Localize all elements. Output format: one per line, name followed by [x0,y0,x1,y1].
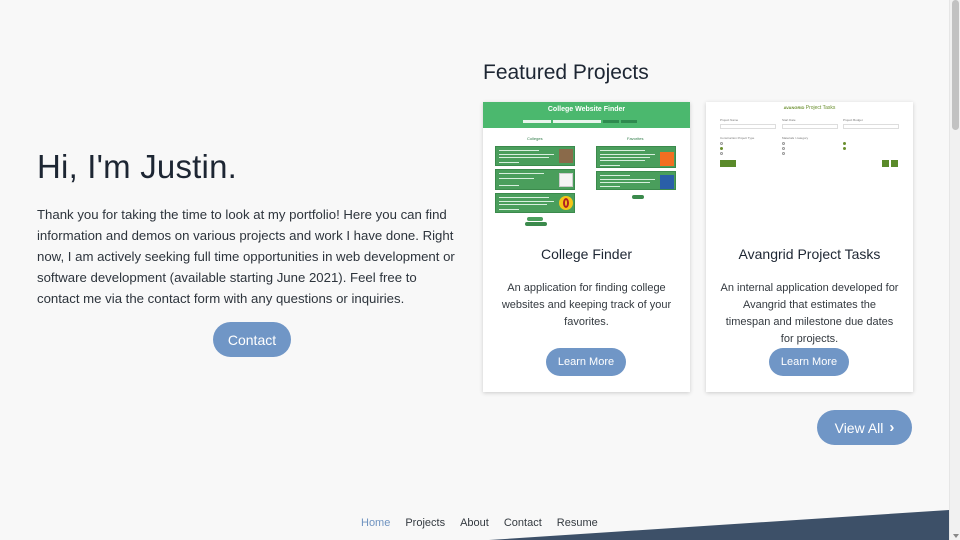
project-description: An application for finding college websi… [501,282,672,328]
footer-link-contact[interactable]: Contact [504,517,542,529]
thumbnail-header: AVANGRID Project Tasks [706,105,913,111]
scrollbar-thumb[interactable] [952,0,959,130]
thumbnail-search-bar [553,120,601,123]
thumbnail-college-item [495,193,575,213]
thumbnail-favorites-heading: Favorites [627,136,644,141]
view-all-label: View All [834,419,884,436]
thumbnail-search-button [621,120,637,123]
thumbnail-label: Start Date [782,118,796,122]
view-all-button[interactable]: View All › [817,410,912,445]
thumbnail-favorite-item [596,171,676,190]
scroll-down-icon[interactable] [953,534,959,538]
thumbnail-icon-button [891,160,898,167]
thumbnail-input [782,124,838,129]
thumbnail-icon-button [882,160,889,167]
footer-link-projects[interactable]: Projects [405,517,445,529]
project-card-college-finder: College Website Finder Colleges Favorite… [483,102,690,392]
project-card-avangrid: AVANGRID Project Tasks Project Name Star… [706,102,913,392]
footer-link-about[interactable]: About [460,517,489,529]
thumbnail-college-item [495,169,575,190]
thumbnail-search-bar [523,120,551,123]
thumbnail-college-item [495,146,575,166]
thumbnail-label: Construction Project Type [720,136,755,140]
thumbnail-search-button [603,120,619,123]
thumbnail-clear-button [632,195,644,199]
thumbnail-label: Materials / category [782,136,809,140]
thumbnail-input [843,124,899,129]
contact-button[interactable]: Contact [213,322,291,357]
thumbnail-header-title: College Website Finder [547,106,626,113]
avangrid-thumbnail[interactable]: AVANGRID Project Tasks Project Name Star… [706,102,913,230]
project-title: College Finder [540,246,633,262]
college-finder-thumbnail[interactable]: College Website Finder Colleges Favorite… [483,102,690,230]
avangrid-logo: AVANGRID [783,105,805,110]
footer-link-home[interactable]: Home [361,517,390,529]
thumbnail-pagination [527,217,543,221]
vertical-scrollbar[interactable] [949,0,960,540]
project-title: Avangrid Project Tasks [738,246,881,262]
thumbnail-header-title: Project Tasks [805,105,836,111]
featured-projects-title: Featured Projects [483,61,649,84]
learn-more-button[interactable]: Learn More [546,348,626,376]
thumbnail-calculate-button [720,160,736,167]
footer-nav: Home Projects About Contact Resume [361,517,598,529]
hero-title: Hi, I'm Justin. [37,148,238,185]
thumbnail-favorite-item [596,146,676,168]
thumbnail-label: Project Name [720,118,739,122]
footer-link-resume[interactable]: Resume [557,517,598,529]
project-description: An internal application developed for Av… [720,282,899,345]
hero-intro-text: Thank you for taking the time to look at… [37,207,455,306]
thumbnail-colleges-heading: Colleges [527,136,543,141]
thumbnail-input [720,124,776,129]
thumbnail-load-more [525,222,547,226]
thumbnail-label: Project Budget [843,118,863,122]
learn-more-button[interactable]: Learn More [769,348,849,376]
chevron-right-icon: › [889,419,895,436]
